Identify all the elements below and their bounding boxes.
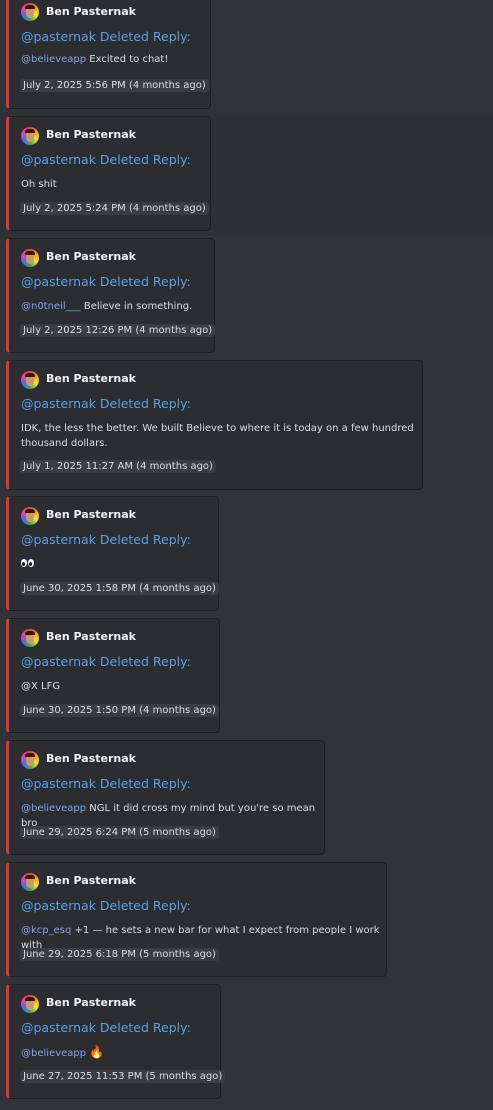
message-card[interactable]: Ben Pasternak @pasternak Deleted Reply: … <box>6 116 211 231</box>
timestamp-date: July 2, 2025 5:56 PM <box>23 80 126 91</box>
message-card[interactable]: Ben Pasternak @pasternak Deleted Reply: … <box>6 862 387 977</box>
timestamp-relative: (5 months ago) <box>145 1071 223 1082</box>
timestamp: June 29, 2025 6:18 PM (5 months ago) <box>20 948 219 961</box>
timestamp: June 30, 2025 1:58 PM (4 months ago) <box>20 582 219 595</box>
message-card[interactable]: Ben Pasternak @pasternak Deleted Reply: … <box>6 740 325 855</box>
avatar[interactable] <box>21 249 39 267</box>
deleted-reply-label: @pasternak Deleted Reply: <box>21 274 191 289</box>
timestamp-date: June 30, 2025 1:50 PM <box>23 705 136 716</box>
timestamp-relative: (4 months ago) <box>135 325 213 336</box>
deleted-reply-label: @pasternak Deleted Reply: <box>21 898 191 913</box>
avatar[interactable] <box>21 371 39 389</box>
timestamp: June 27, 2025 11:53 PM (5 months ago) <box>20 1070 226 1083</box>
message-body: @X LFG <box>21 679 60 694</box>
timestamp: June 29, 2025 6:24 PM (5 months ago) <box>20 826 219 839</box>
user-mention[interactable]: @believeapp <box>21 54 86 65</box>
message-body <box>21 557 35 573</box>
message-card[interactable]: Ben Pasternak @pasternak Deleted Reply: … <box>6 984 226 1099</box>
timestamp: July 2, 2025 12:26 PM (4 months ago) <box>20 324 216 337</box>
deleted-reply-label: @pasternak Deleted Reply: <box>21 532 191 547</box>
message-body: @believeapp Excited to chat! <box>21 52 168 67</box>
message-body: Oh shit <box>21 177 57 192</box>
message-text-line: thousand dollars. <box>21 438 108 449</box>
timestamp-date: June 29, 2025 6:18 PM <box>23 949 136 960</box>
avatar[interactable] <box>21 127 39 145</box>
deleted-reply-label: @pasternak Deleted Reply: <box>21 654 191 669</box>
message-text: @X LFG <box>21 681 61 692</box>
message-body: @n0tneil___ Believe in something. <box>21 299 192 314</box>
deleted-reply-label: @pasternak Deleted Reply: <box>21 152 191 167</box>
author-name[interactable]: Ben Pasternak <box>46 752 136 765</box>
timestamp-relative: (4 months ago) <box>129 203 206 214</box>
user-mention[interactable]: @believeapp <box>21 803 86 814</box>
author-name[interactable]: Ben Pasternak <box>46 996 136 1009</box>
timestamp-date: July 2, 2025 5:24 PM <box>23 203 126 214</box>
timestamp-date: June 30, 2025 1:58 PM <box>23 583 136 594</box>
message-text: Believe in something. <box>80 301 193 312</box>
user-mention[interactable]: @n0tneil___ <box>21 301 81 312</box>
timestamp-relative: (4 months ago) <box>139 583 216 594</box>
user-mention[interactable]: @believeapp <box>21 1048 86 1059</box>
timestamp-relative: (4 months ago) <box>136 461 213 472</box>
deleted-reply-label: @pasternak Deleted Reply: <box>21 776 191 791</box>
author-name[interactable]: Ben Pasternak <box>46 508 136 521</box>
timestamp-relative: (4 months ago) <box>129 80 206 91</box>
timestamp: July 1, 2025 11:27 AM (4 months ago) <box>20 460 216 473</box>
timestamp-date: June 27, 2025 11:53 PM <box>23 1071 143 1082</box>
message-card[interactable]: Ben Pasternak @pasternak Deleted Reply: … <box>6 496 219 611</box>
deleted-reply-label: @pasternak Deleted Reply: <box>21 29 191 44</box>
message-card[interactable]: Ben Pasternak @pasternak Deleted Reply: … <box>6 238 216 353</box>
fire-emoji: 🔥 <box>89 1045 105 1059</box>
message-card[interactable]: Ben Pasternak @pasternak Deleted Reply: … <box>6 618 220 733</box>
author-name[interactable]: Ben Pasternak <box>46 630 136 643</box>
message-body: IDK, the less the better. We built Belie… <box>21 421 414 451</box>
author-name[interactable]: Ben Pasternak <box>46 128 136 141</box>
timestamp-date: July 1, 2025 11:27 AM <box>23 461 133 472</box>
timestamp: July 2, 2025 5:56 PM (4 months ago) <box>20 79 209 92</box>
author-name[interactable]: Ben Pasternak <box>46 874 136 887</box>
author-name[interactable]: Ben Pasternak <box>46 5 136 18</box>
avatar[interactable] <box>21 3 39 21</box>
message-text: Oh shit <box>21 179 57 190</box>
deleted-reply-label: @pasternak Deleted Reply: <box>21 1020 191 1035</box>
author-name[interactable]: Ben Pasternak <box>46 250 136 263</box>
message-text: Excited to chat! <box>86 54 169 65</box>
message-feed: Ben Pasternak @pasternak Deleted Reply: … <box>0 0 493 1110</box>
deleted-reply-label: @pasternak Deleted Reply: <box>21 396 191 411</box>
avatar[interactable] <box>21 995 39 1013</box>
message-body: @believeapp 🔥 <box>21 1045 104 1061</box>
timestamp-relative: (4 months ago) <box>139 705 216 716</box>
avatar[interactable] <box>21 873 39 891</box>
avatar[interactable] <box>21 629 39 647</box>
message-card[interactable]: Ben Pasternak @pasternak Deleted Reply: … <box>6 0 211 109</box>
author-name[interactable]: Ben Pasternak <box>46 372 136 385</box>
timestamp-relative: (5 months ago) <box>139 949 216 960</box>
timestamp-date: June 29, 2025 6:24 PM <box>23 827 136 838</box>
user-mention[interactable]: @kcp_esq <box>21 925 71 936</box>
avatar[interactable] <box>21 751 39 769</box>
timestamp-relative: (5 months ago) <box>139 827 216 838</box>
eyes-emoji <box>21 557 35 572</box>
message-card[interactable]: Ben Pasternak @pasternak Deleted Reply: … <box>6 360 423 490</box>
message-text-line: IDK, the less the better. We built Belie… <box>21 423 414 434</box>
timestamp: June 30, 2025 1:50 PM (4 months ago) <box>20 704 219 717</box>
avatar[interactable] <box>21 507 39 525</box>
timestamp-date: July 2, 2025 12:26 PM <box>23 325 133 336</box>
timestamp: July 2, 2025 5:24 PM (4 months ago) <box>20 202 209 215</box>
